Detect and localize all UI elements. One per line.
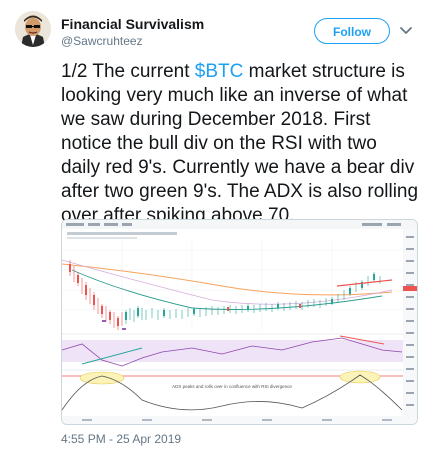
author-handle[interactable]: @Sawcruhteez [61,34,143,48]
chevron-down-icon[interactable] [398,22,414,38]
cashtag-link[interactable]: $BTC [195,61,244,82]
chart-image[interactable]: ADX peaks and rolls over in confluence w… [61,219,418,425]
tweet-timestamp[interactable]: 4:55 PM - 25 Apr 2019 [61,432,181,446]
avatar-illustration [15,11,51,47]
tweet-text: 1/2 The current $BTC market structure is… [61,60,421,228]
follow-button[interactable]: Follow [314,18,390,44]
tweet-text-post: market structure is looking very much li… [61,61,419,226]
chart-annotation: ADX peaks and rolls over in confluence w… [172,384,292,389]
btc-chart-screenshot: ADX peaks and rolls over in confluence w… [62,220,417,424]
avatar[interactable] [15,11,51,47]
author-name[interactable]: Financial Survivalism [61,16,204,32]
tweet-text-pre: 1/2 The current [61,61,195,82]
